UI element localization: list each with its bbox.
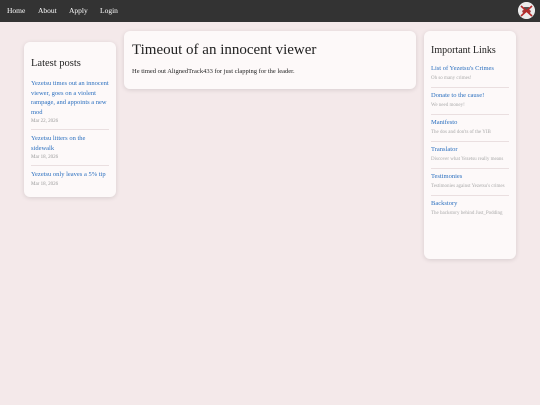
latest-posts-heading: Latest posts [31,58,81,69]
latest-posts-card: Latest posts Yezetsu times out an innoce… [24,42,116,197]
list-item: Testimonies Testimonies against Yezetsu'… [431,169,509,196]
important-link-desc: The backstory behind Just_Podding [431,211,503,216]
important-links-heading: Important Links [431,45,496,56]
nav-apply-link[interactable]: Apply [69,6,88,15]
article-body: He timed out AlignedTrack433 for just cl… [132,68,295,75]
list-item: Yezetsu times out an innocent viewer, go… [31,75,109,130]
article-card: Timeout of an innocent viewer He timed o… [124,31,416,89]
important-link[interactable]: Backstory [431,199,509,208]
nav-home-link[interactable]: Home [7,6,25,15]
list-item: Donate to the cause! We need money! [431,88,509,115]
list-item: Manifesto The dos and don'ts of the YIB [431,115,509,142]
page-title: Timeout of an innocent viewer [132,42,317,58]
list-item: List of Yezetsu's Crimes Oh so many crim… [431,61,509,88]
important-link[interactable]: Translator [431,145,509,154]
important-link[interactable]: Donate to the cause! [431,91,509,100]
post-link[interactable]: Yezetsu times out an innocent viewer, go… [31,79,109,117]
important-link-desc: Testimonies against Yezetsu's crimes [431,184,505,189]
top-navbar: Home About Apply Login [0,0,540,22]
list-item: Yezetsu litters on the sidewalk Mar 18, … [31,130,109,166]
list-item: Translator Discover what Yezetsu really … [431,142,509,169]
important-link[interactable]: List of Yezetsu's Crimes [431,64,509,73]
post-date: Mar 22, 2026 [31,119,59,124]
post-link[interactable]: Yezetsu only leaves a 5% tip [31,170,109,180]
important-link-desc: Oh so many crimes! [431,76,472,81]
nav-about-link[interactable]: About [38,6,57,15]
important-links-card: Important Links List of Yezetsu's Crimes… [424,31,516,259]
post-link[interactable]: Yezetsu litters on the sidewalk [31,134,109,153]
important-link-desc: Discover what Yezetsu really means [431,157,504,162]
important-link-desc: The dos and don'ts of the YIB [431,130,491,135]
list-item: Backstory The backstory behind Just_Podd… [431,196,509,222]
important-link[interactable]: Testimonies [431,172,509,181]
important-link[interactable]: Manifesto [431,118,509,127]
user-avatar[interactable] [518,2,535,19]
post-date: Mar 18, 2026 [31,181,59,187]
avatar-x-icon [518,2,535,19]
nav-login-link[interactable]: Login [100,6,118,15]
important-link-desc: We need money! [431,103,465,108]
list-item: Yezetsu only leaves a 5% tip Mar 18, 202… [31,166,109,192]
post-date: Mar 18, 2026 [31,155,59,160]
